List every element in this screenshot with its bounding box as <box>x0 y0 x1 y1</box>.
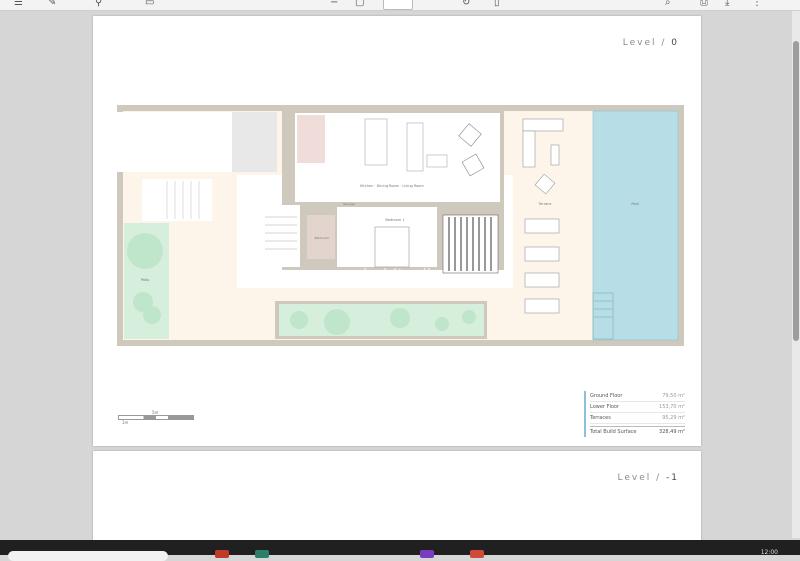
level-heading: Level / -1 <box>617 473 679 483</box>
legend-row: Lower Floor 153,70 m² <box>590 402 685 413</box>
draw-icon[interactable]: ✎ <box>48 0 56 9</box>
floor-plan: Kitchen · Dining Room · Living Room Bedr… <box>117 105 684 346</box>
label-kitchen-living: Kitchen · Dining Room · Living Room <box>360 184 424 188</box>
label-bedroom: Bedroom 1 <box>385 218 404 222</box>
surface-legend: Ground Floor 79,50 m² Lower Floor 153,70 m… <box>584 391 685 437</box>
taskbar-search[interactable] <box>8 551 168 561</box>
bed <box>374 226 410 268</box>
level-heading: Level / 0 <box>622 38 679 48</box>
label-patio: Patio <box>141 278 150 282</box>
kitchen-counter <box>297 115 325 163</box>
scrollbar-thumb[interactable] <box>793 41 799 341</box>
left-stair <box>142 179 212 221</box>
download-icon[interactable]: ⤓ <box>725 0 729 9</box>
label-terrace: Terrace <box>538 202 552 206</box>
label-pool: Pool <box>631 202 638 206</box>
comment-icon[interactable]: ▭ <box>145 0 154 9</box>
watermark: habitaclia <box>363 265 441 284</box>
pdf-page-2: Level / -1 <box>93 451 701 546</box>
taskbar-app-icon[interactable] <box>215 550 229 558</box>
print-icon[interactable]: ⎙ <box>700 0 708 9</box>
legend-total-row: Total Build Surface 328,49 m² <box>590 426 685 437</box>
two-page-icon[interactable]: ▯ <box>494 0 500 9</box>
zoom-out-icon[interactable]: − <box>330 0 338 9</box>
page-number-input[interactable] <box>383 0 413 10</box>
pdf-page-1: Level / 0 Kitchen · Dining Room · Living… <box>93 16 701 446</box>
taskbar-app-icon[interactable] <box>255 550 269 558</box>
vertical-scrollbar[interactable] <box>792 11 800 538</box>
viewer-toolbar: ☰ ✎ ⚲ ▭ − ▢ ↻ ▯ ⌕ ⎙ ⤓ ⋮ <box>0 0 800 11</box>
sofa <box>406 122 424 172</box>
sidebar-toggle-icon[interactable]: ☰ <box>14 0 23 9</box>
fit-page-icon[interactable]: ▢ <box>355 0 364 9</box>
search-icon[interactable]: ⌕ <box>665 0 671 9</box>
legend-row: Ground Floor 79,50 m² <box>590 391 685 402</box>
void-shade <box>232 112 277 172</box>
scale-bar: 5m 1m <box>118 410 198 426</box>
planter <box>279 304 484 336</box>
coffee-table <box>426 154 448 168</box>
rotate-icon[interactable]: ↻ <box>462 0 470 9</box>
taskbar-app-icon[interactable] <box>420 550 434 558</box>
taskbar-app-icon[interactable] <box>470 550 484 558</box>
pool <box>592 110 679 341</box>
label-storage: Storage <box>343 202 355 206</box>
dining-table <box>364 118 388 166</box>
label-bathroom: Bathroom <box>315 236 330 240</box>
highlight-icon[interactable]: ⚲ <box>95 0 102 9</box>
stairs-area <box>262 205 300 267</box>
louvre-grid <box>442 214 499 274</box>
legend-row: Terraces 95,29 m² <box>590 413 685 424</box>
more-icon[interactable]: ⋮ <box>752 0 762 9</box>
